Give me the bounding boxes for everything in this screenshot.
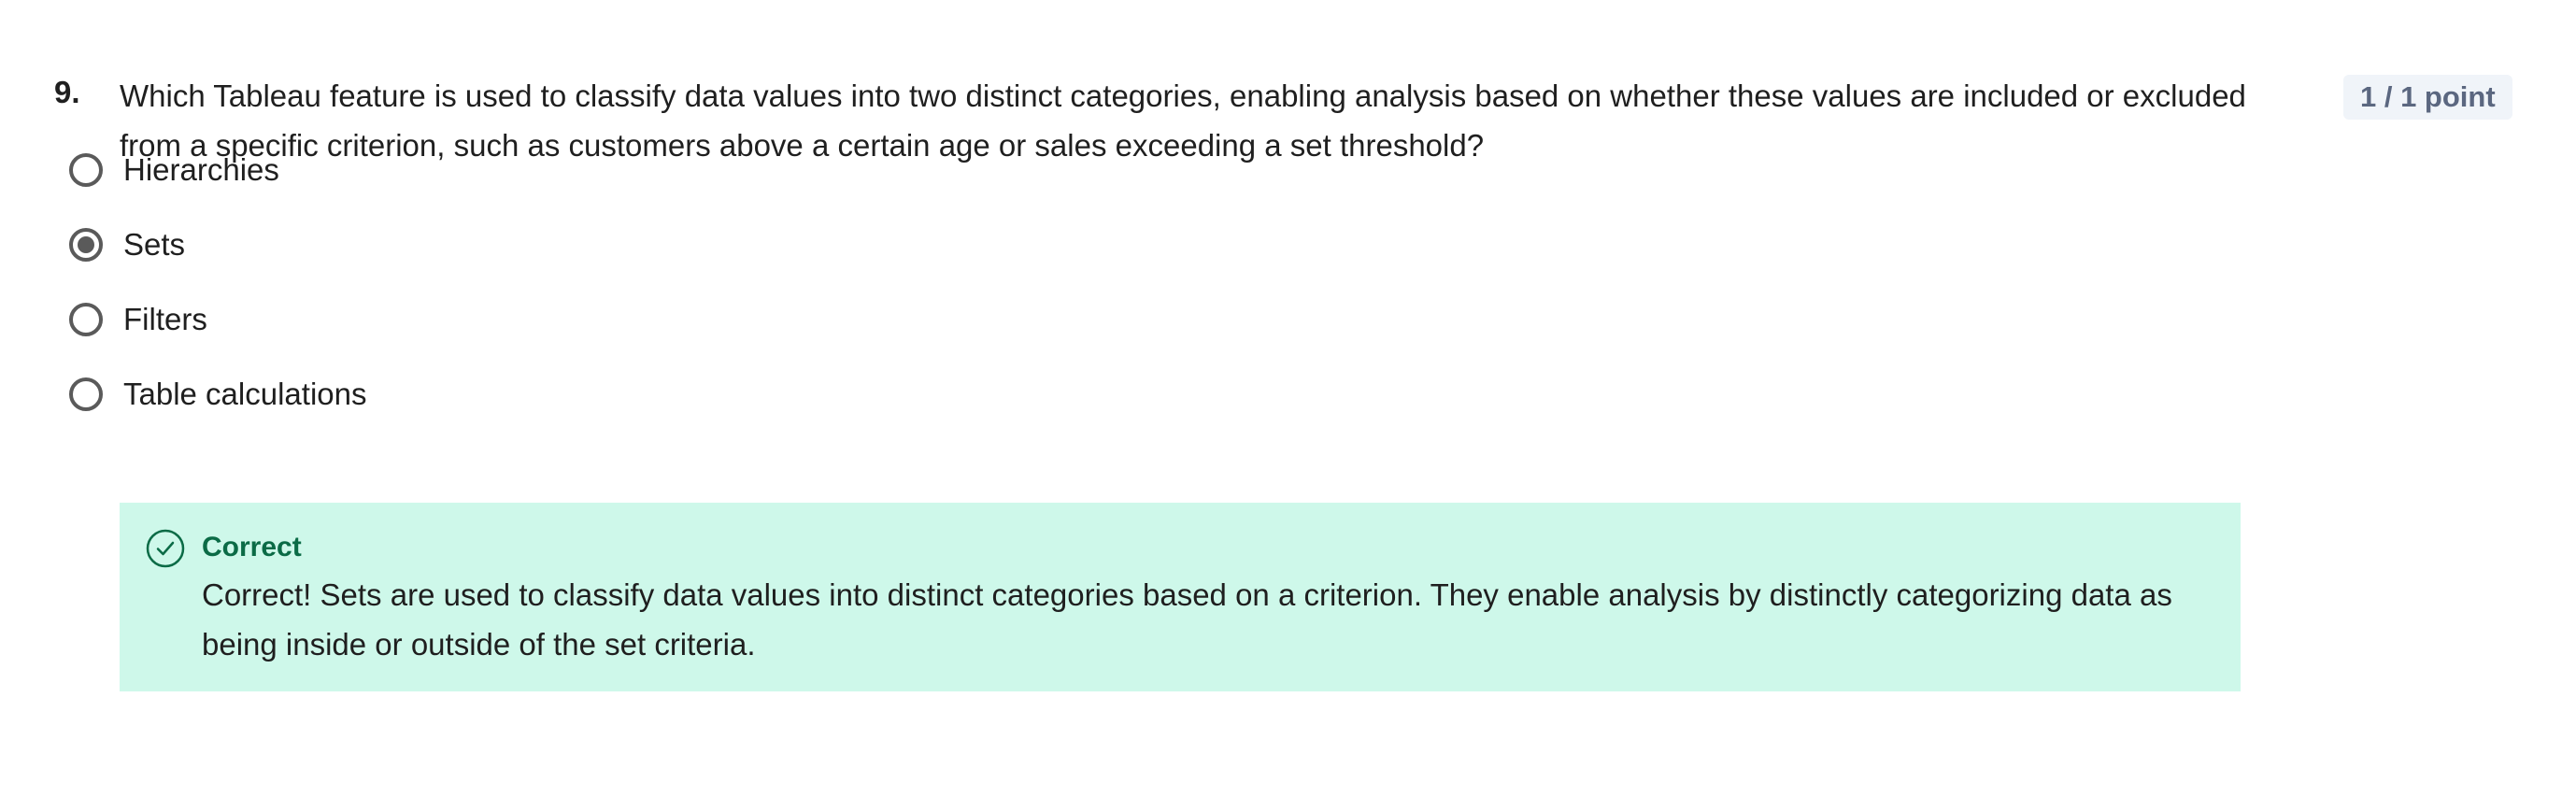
option-label: Hierarchies — [123, 152, 279, 187]
option-label: Table calculations — [123, 377, 367, 411]
option-label: Sets — [123, 227, 186, 262]
option-table-calculations[interactable]: Table calculations — [65, 357, 1187, 432]
radio-button-selected[interactable] — [69, 228, 103, 262]
radio-button[interactable] — [69, 303, 103, 336]
option-filters[interactable]: Filters — [65, 282, 1187, 357]
answer-options: Hierarchies Sets Filters Table calculati… — [65, 133, 1187, 432]
option-label: Filters — [123, 302, 207, 336]
feedback-status: Correct — [202, 532, 302, 562]
feedback-panel: Correct Correct! Sets are used to classi… — [120, 503, 2241, 691]
question-number: 9. — [54, 75, 80, 109]
check-circle-icon — [146, 529, 185, 568]
radio-button[interactable] — [69, 153, 103, 187]
radio-button[interactable] — [69, 377, 103, 411]
feedback-text: Correct! Sets are used to classify data … — [202, 577, 2172, 662]
points-badge: 1 / 1 point — [2343, 75, 2512, 120]
option-hierarchies[interactable]: Hierarchies — [65, 133, 1187, 207]
option-sets[interactable]: Sets — [65, 207, 1187, 282]
